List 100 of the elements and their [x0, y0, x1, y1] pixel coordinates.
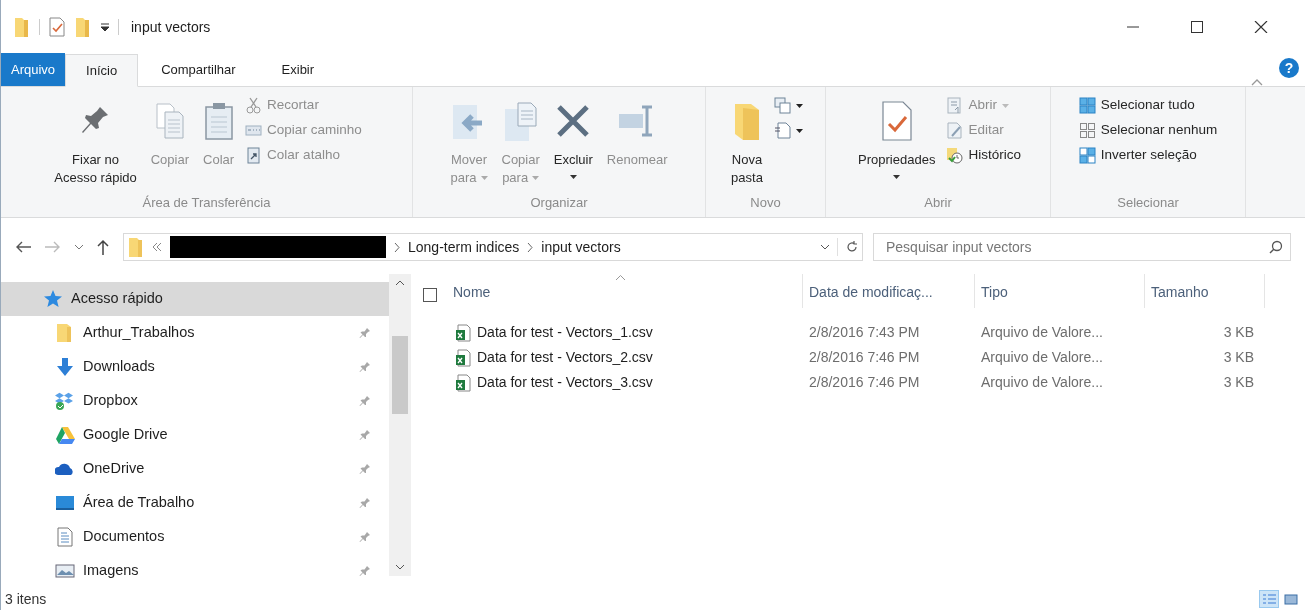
dropdown-icon[interactable]	[100, 22, 110, 32]
column-header[interactable]: Data de modificaç...	[803, 274, 975, 308]
sort-ascending-icon	[615, 275, 625, 280]
nav-item[interactable]: Dropbox	[1, 384, 389, 418]
copy-item-icon	[773, 97, 791, 114]
column-header[interactable]: Nome	[447, 274, 803, 308]
close-icon	[1253, 21, 1269, 33]
nav-item[interactable]: Acesso rápido	[1, 282, 389, 316]
search-icon[interactable]	[1269, 240, 1283, 254]
scrollbar[interactable]	[389, 274, 411, 576]
caret-icon	[569, 175, 577, 179]
caret-icon	[532, 176, 540, 180]
ribbon-tab[interactable]: Compartilhar	[138, 53, 259, 86]
group-label: Selecionar	[1116, 194, 1180, 212]
date-cell-text: 2/8/2016 7:46 PM	[808, 348, 921, 367]
caret-icon	[1001, 103, 1009, 108]
chevron-icon	[394, 242, 400, 252]
ribbon-button[interactable]: Selecionar nenhum	[1076, 120, 1220, 141]
nav-label: Documentos	[83, 527, 165, 547]
nav-item[interactable]: Google Drive	[1, 418, 389, 452]
maximize-icon	[1189, 21, 1205, 33]
clipboard-icon	[203, 101, 234, 141]
document-icon	[55, 527, 75, 547]
ribbon-button[interactable]: Excluir	[548, 93, 598, 179]
ribbon-tab[interactable]: Início	[65, 54, 139, 87]
star-icon	[43, 289, 63, 309]
size-cell-text: 3 KB	[1222, 323, 1255, 342]
scissors-icon	[245, 97, 263, 114]
caret-icon	[480, 176, 488, 180]
path-icon	[245, 122, 263, 139]
ribbon-button[interactable]: Histórico	[944, 145, 1023, 166]
collapse-ribbon-icon[interactable]	[1251, 78, 1263, 86]
spreadsheet-file-icon	[455, 348, 471, 367]
properties-icon[interactable]	[48, 16, 66, 38]
nav-label: Downloads	[83, 357, 155, 377]
nav-label: Área de Trabalho	[83, 493, 195, 513]
select-all-checkbox[interactable]	[423, 288, 437, 302]
back-icon[interactable]	[15, 241, 31, 253]
window-title: input vectors	[131, 17, 211, 37]
history-icon	[946, 147, 964, 164]
breadcrumb[interactable]: Long-term indices	[408, 236, 520, 258]
status-text: 3 itens	[5, 589, 47, 609]
ribbon-tab[interactable]: Exibir	[258, 53, 338, 86]
nav-item[interactable]: Downloads	[1, 350, 389, 384]
breadcrumb[interactable]: input vectors	[541, 236, 621, 258]
nav-item[interactable]: Imagens	[1, 554, 389, 588]
ribbon-button[interactable]: Nova pasta	[726, 93, 768, 187]
up-icon[interactable]	[97, 239, 109, 255]
scrollbar-thumb[interactable]	[392, 336, 408, 414]
size-cell-text: 3 KB	[1222, 373, 1255, 392]
overflow-chevron-icon	[152, 243, 162, 251]
caret-icon	[893, 175, 901, 179]
nav-item[interactable]: OneDrive	[1, 452, 389, 486]
type-cell-text: Arquivo de Valore...	[980, 373, 1104, 392]
column-header[interactable]: Tipo	[975, 274, 1145, 308]
date-cell-text: 2/8/2016 7:43 PM	[808, 323, 921, 342]
scroll-down-icon[interactable]	[396, 565, 404, 570]
type-cell-text: Arquivo de Valore...	[980, 348, 1104, 367]
folder-icon	[128, 236, 144, 258]
download-icon	[55, 357, 75, 377]
file-name[interactable]: Data for test - Vectors_2.csv	[477, 347, 653, 368]
edit-icon	[946, 122, 964, 139]
file-name[interactable]: Data for test - Vectors_1.csv	[477, 322, 653, 343]
spreadsheet-file-icon	[455, 323, 471, 342]
chevron-icon	[527, 242, 534, 252]
scroll-up-icon[interactable]	[396, 280, 404, 285]
group-label: Novo	[749, 194, 782, 212]
select-all-icon	[1078, 97, 1096, 114]
box-icon	[55, 391, 75, 411]
size-cell-text: 3 KB	[1222, 348, 1255, 367]
file-name[interactable]: Data for test - Vectors_3.csv	[477, 372, 653, 393]
ribbon-button[interactable]: Fixar no Acesso rápido	[49, 93, 142, 187]
ribbon-button[interactable]: Propriedades	[853, 93, 941, 179]
copy-to-icon	[503, 101, 538, 141]
nav-label: Imagens	[83, 561, 139, 581]
ribbon-tab[interactable]: Arquivo	[1, 53, 66, 86]
nav-label: Google Drive	[83, 425, 168, 445]
recent-locations-icon[interactable]	[75, 244, 83, 250]
ribbon-button[interactable]	[771, 95, 805, 116]
group-label: Área de Transferência	[141, 194, 272, 212]
dropdown-icon[interactable]	[821, 244, 829, 250]
address-field[interactable]: Long-term indices input vectors	[123, 233, 863, 261]
shortcut-icon	[245, 147, 263, 164]
nav-item[interactable]: Documentos	[1, 520, 389, 554]
nav-item[interactable]: Área de Trabalho	[1, 486, 389, 520]
refresh-icon[interactable]	[846, 240, 858, 254]
ribbon-button[interactable]: Inverter seleção	[1076, 145, 1220, 166]
nav-label: Acesso rápido	[71, 289, 163, 309]
search-field[interactable]: Pesquisar input vectors	[873, 233, 1291, 261]
nav-item[interactable]: Arthur_Trabalhos	[1, 316, 389, 350]
nav-label: OneDrive	[83, 459, 145, 479]
new-document-icon	[773, 122, 791, 139]
details-view-icon	[1261, 592, 1277, 606]
help-button[interactable]: ?	[1279, 58, 1299, 78]
ribbon-button[interactable]: Selecionar tudo	[1076, 95, 1220, 116]
nav-label: Dropbox	[83, 391, 138, 411]
delete-icon	[555, 103, 592, 139]
image-icon	[55, 561, 75, 581]
column-header[interactable]: Tamanho	[1145, 274, 1265, 308]
type-cell-text: Arquivo de Valore...	[980, 323, 1104, 342]
